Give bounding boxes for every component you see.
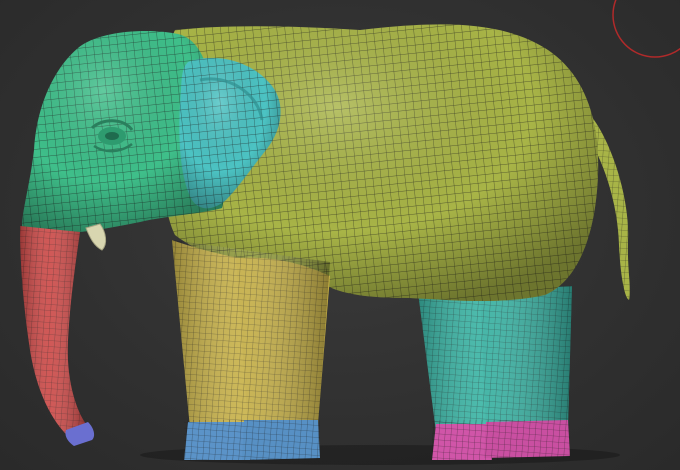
tusk: [85, 223, 107, 251]
hind-feet: [432, 420, 570, 460]
trunk: [20, 226, 86, 438]
navigation-gizmo-ring[interactable]: [612, 0, 680, 58]
3d-viewport[interactable]: [0, 0, 680, 470]
front-feet: [184, 420, 320, 460]
viewport-canvas[interactable]: [0, 0, 680, 470]
front-legs: [172, 240, 330, 428]
hind-legs: [418, 286, 572, 432]
